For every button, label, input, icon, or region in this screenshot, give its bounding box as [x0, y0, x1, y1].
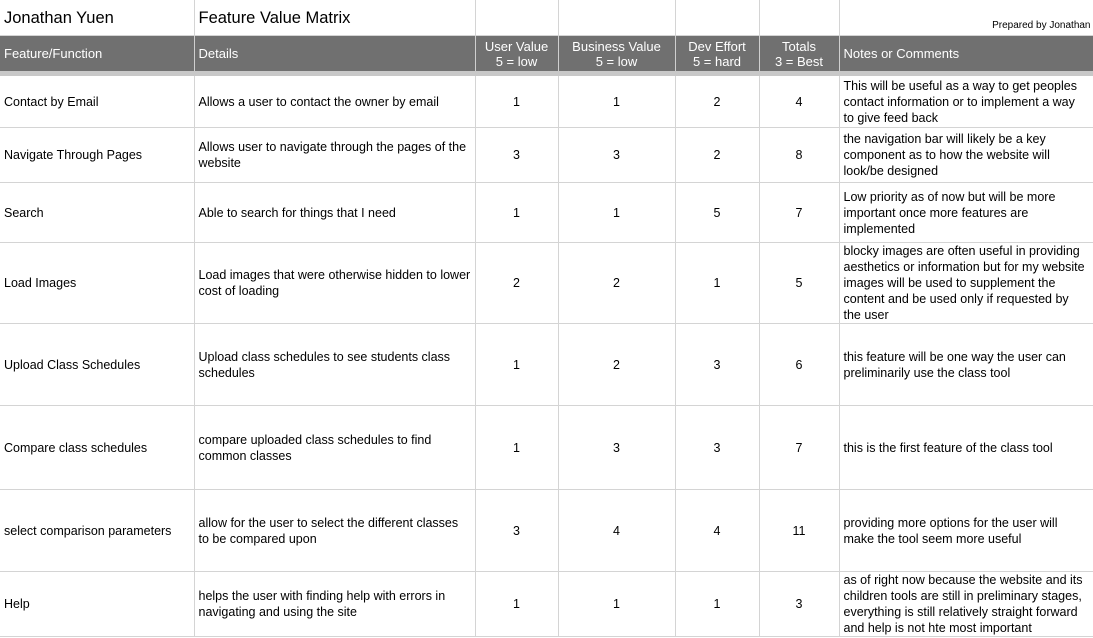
- header-business-value-scale: 5 = low: [595, 53, 638, 69]
- notes-cell[interactable]: as of right now because the website and …: [839, 571, 1093, 637]
- feature-cell[interactable]: Load Images: [0, 242, 195, 324]
- dev-effort-cell[interactable]: 1: [675, 571, 760, 637]
- notes-cell[interactable]: Low priority as of now but will be more …: [839, 182, 1093, 243]
- total-cell[interactable]: 11: [759, 489, 840, 572]
- notes-cell[interactable]: providing more options for the user will…: [839, 489, 1093, 572]
- notes-cell[interactable]: blocky images are often useful in provid…: [839, 242, 1093, 324]
- total-cell[interactable]: 5: [759, 242, 840, 324]
- business-value-cell[interactable]: 3: [558, 127, 676, 183]
- dev-effort-cell[interactable]: 3: [675, 405, 760, 490]
- total-cell[interactable]: 8: [759, 127, 840, 183]
- header-user-value-scale: 5 = low: [495, 53, 538, 69]
- user-value-cell[interactable]: 1: [475, 323, 559, 406]
- sheet-title-cell[interactable]: Feature Value Matrix: [194, 0, 476, 36]
- empty-cell[interactable]: [558, 0, 676, 36]
- feature-cell[interactable]: Upload Class Schedules: [0, 323, 195, 406]
- header-totals-label: Totals: [782, 38, 816, 54]
- table-row: Load Images Load images that were otherw…: [0, 242, 1093, 324]
- dev-effort-cell[interactable]: 3: [675, 323, 760, 406]
- title-row: Jonathan Yuen Feature Value Matrix Prepa…: [0, 0, 1093, 36]
- feature-cell[interactable]: Navigate Through Pages: [0, 127, 195, 183]
- author-cell[interactable]: Jonathan Yuen: [0, 0, 195, 36]
- table-row: select comparison parameters allow for t…: [0, 489, 1093, 572]
- notes-cell[interactable]: this is the first feature of the class t…: [839, 405, 1093, 490]
- business-value-cell[interactable]: 1: [558, 182, 676, 243]
- header-business-value-label: Business Value: [572, 38, 661, 54]
- business-value-cell[interactable]: 2: [558, 242, 676, 324]
- dev-effort-cell[interactable]: 5: [675, 182, 760, 243]
- feature-cell[interactable]: Contact by Email: [0, 73, 195, 128]
- header-feature[interactable]: Feature/Function: [0, 35, 195, 76]
- prepared-by-cell[interactable]: Prepared by Jonathan: [839, 0, 1093, 36]
- table-row: Help helps the user with finding help wi…: [0, 571, 1093, 637]
- details-cell[interactable]: Able to search for things that I need: [194, 182, 476, 243]
- dev-effort-cell[interactable]: 1: [675, 242, 760, 324]
- user-value-cell[interactable]: 2: [475, 242, 559, 324]
- user-value-cell[interactable]: 1: [475, 73, 559, 128]
- empty-cell[interactable]: [475, 0, 559, 36]
- details-cell[interactable]: Upload class schedules to see students c…: [194, 323, 476, 406]
- total-cell[interactable]: 3: [759, 571, 840, 637]
- business-value-cell[interactable]: 3: [558, 405, 676, 490]
- dev-effort-cell[interactable]: 2: [675, 127, 760, 183]
- details-cell[interactable]: compare uploaded class schedules to find…: [194, 405, 476, 490]
- table-row: Contact by Email Allows a user to contac…: [0, 73, 1093, 128]
- business-value-cell[interactable]: 1: [558, 571, 676, 637]
- empty-cell[interactable]: [759, 0, 840, 36]
- business-value-cell[interactable]: 4: [558, 489, 676, 572]
- table-row: Search Able to search for things that I …: [0, 182, 1093, 243]
- header-row: Feature/Function Details User Value 5 = …: [0, 35, 1093, 76]
- business-value-cell[interactable]: 1: [558, 73, 676, 128]
- total-cell[interactable]: 7: [759, 405, 840, 490]
- details-cell[interactable]: Load images that were otherwise hidden t…: [194, 242, 476, 324]
- total-cell[interactable]: 6: [759, 323, 840, 406]
- feature-cell[interactable]: Compare class schedules: [0, 405, 195, 490]
- header-dev-effort-scale: 5 = hard: [692, 53, 742, 69]
- user-value-cell[interactable]: 3: [475, 489, 559, 572]
- header-totals[interactable]: Totals 3 = Best: [759, 35, 840, 76]
- header-dev-effort[interactable]: Dev Effort 5 = hard: [675, 35, 760, 76]
- header-notes[interactable]: Notes or Comments: [839, 35, 1093, 76]
- user-value-cell[interactable]: 1: [475, 571, 559, 637]
- total-cell[interactable]: 7: [759, 182, 840, 243]
- feature-cell[interactable]: Help: [0, 571, 195, 637]
- dev-effort-cell[interactable]: 4: [675, 489, 760, 572]
- header-dev-effort-label: Dev Effort: [688, 38, 746, 54]
- user-value-cell[interactable]: 3: [475, 127, 559, 183]
- details-cell[interactable]: Allows user to navigate through the page…: [194, 127, 476, 183]
- table-row: Upload Class Schedules Upload class sche…: [0, 323, 1093, 406]
- details-cell[interactable]: allow for the user to select the differe…: [194, 489, 476, 572]
- feature-cell[interactable]: Search: [0, 182, 195, 243]
- details-cell[interactable]: Allows a user to contact the owner by em…: [194, 73, 476, 128]
- business-value-cell[interactable]: 2: [558, 323, 676, 406]
- dev-effort-cell[interactable]: 2: [675, 73, 760, 128]
- notes-cell[interactable]: This will be useful as a way to get peop…: [839, 73, 1093, 128]
- header-user-value[interactable]: User Value 5 = low: [475, 35, 559, 76]
- user-value-cell[interactable]: 1: [475, 405, 559, 490]
- feature-cell[interactable]: select comparison parameters: [0, 489, 195, 572]
- header-details[interactable]: Details: [194, 35, 476, 76]
- notes-cell[interactable]: this feature will be one way the user ca…: [839, 323, 1093, 406]
- spreadsheet: Jonathan Yuen Feature Value Matrix Prepa…: [0, 0, 1093, 638]
- table-row: Navigate Through Pages Allows user to na…: [0, 127, 1093, 183]
- table-row: Compare class schedules compare uploaded…: [0, 405, 1093, 490]
- empty-cell[interactable]: [675, 0, 760, 36]
- total-cell[interactable]: 4: [759, 73, 840, 128]
- header-business-value[interactable]: Business Value 5 = low: [558, 35, 676, 76]
- details-cell[interactable]: helps the user with finding help with er…: [194, 571, 476, 637]
- notes-cell[interactable]: the navigation bar will likely be a key …: [839, 127, 1093, 183]
- header-user-value-label: User Value: [484, 38, 549, 54]
- user-value-cell[interactable]: 1: [475, 182, 559, 243]
- feature-value-matrix-table: Jonathan Yuen Feature Value Matrix Prepa…: [0, 0, 1093, 637]
- header-totals-scale: 3 = Best: [774, 53, 824, 69]
